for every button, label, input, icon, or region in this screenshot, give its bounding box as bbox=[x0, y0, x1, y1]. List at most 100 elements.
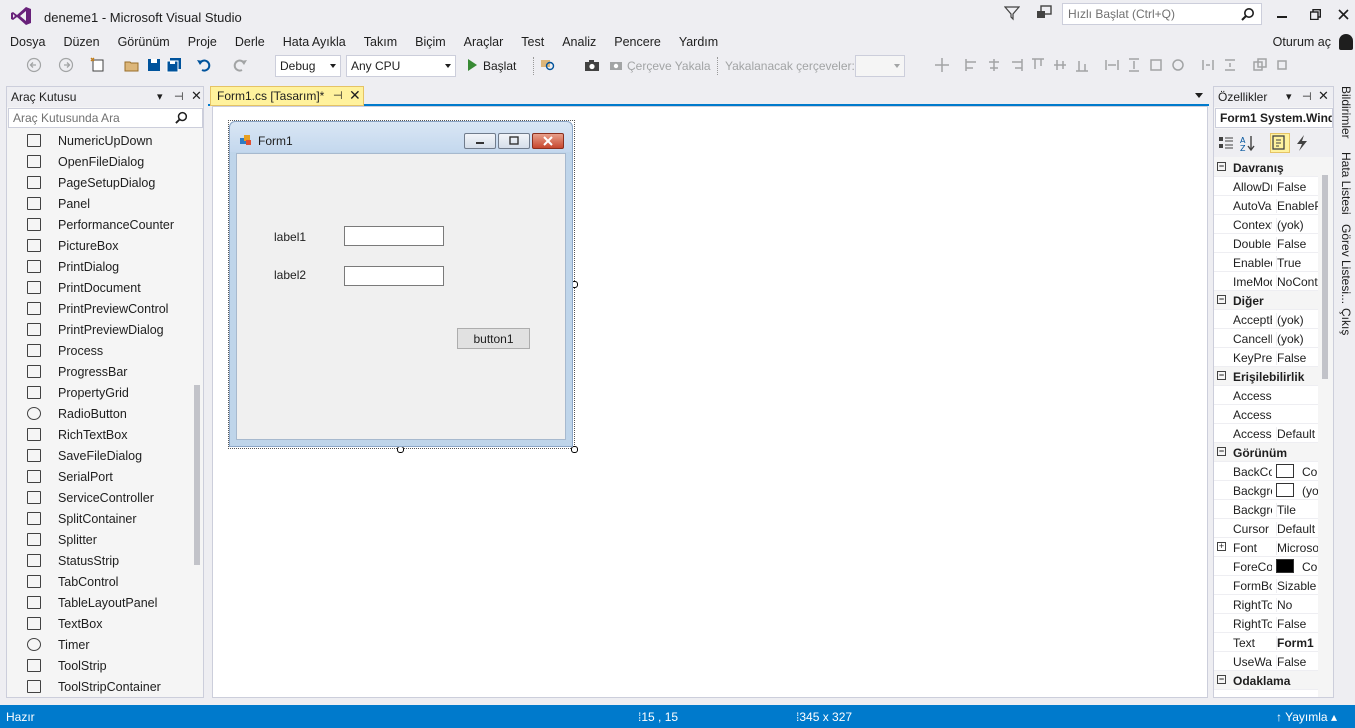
toolbox-item-toolstrip[interactable]: ToolStrip bbox=[7, 655, 191, 676]
toolbox-item-openfiledialog[interactable]: OpenFileDialog bbox=[7, 151, 191, 172]
property-row[interactable]: KeyPreview False bbox=[1214, 348, 1318, 367]
toolbox-item-radiobutton[interactable]: RadioButton bbox=[7, 403, 191, 424]
restore-button[interactable] bbox=[1305, 5, 1325, 23]
property-row[interactable]: AcceptButton (yok) bbox=[1214, 310, 1318, 329]
properties-button[interactable] bbox=[1270, 133, 1290, 153]
form-close-button[interactable] bbox=[532, 133, 564, 149]
align-left-icon[interactable] bbox=[964, 57, 980, 73]
property-row[interactable]: Text Form1 bbox=[1214, 633, 1318, 652]
toolbox-item-timer[interactable]: Timer bbox=[7, 634, 191, 655]
property-value[interactable]: (yok) bbox=[1302, 484, 1318, 498]
property-value[interactable]: EnablePreventFocusChange bbox=[1276, 199, 1318, 213]
align-top-icon[interactable] bbox=[1030, 57, 1046, 73]
open-file-icon[interactable] bbox=[124, 57, 140, 73]
tab-task-list[interactable]: Görev Listesi... bbox=[1339, 224, 1353, 304]
close-icon[interactable]: ✕ bbox=[191, 88, 202, 104]
toolbox-item-tabcontrol[interactable]: TabControl bbox=[7, 571, 191, 592]
property-row[interactable]: RightToLeft No bbox=[1214, 595, 1318, 614]
collapse-icon[interactable]: − bbox=[1217, 371, 1226, 380]
property-value[interactable]: ControlText bbox=[1302, 560, 1318, 574]
collapse-icon[interactable]: − bbox=[1217, 447, 1226, 456]
menu-yardim[interactable]: Yardım bbox=[671, 35, 726, 49]
toolbox-item-statusstrip[interactable]: StatusStrip bbox=[7, 550, 191, 571]
toolbox-item-propertygrid[interactable]: PropertyGrid bbox=[7, 382, 191, 403]
property-row[interactable]: AccessibleDescription bbox=[1214, 386, 1318, 405]
toolbox-item-pagesetupdialog[interactable]: PageSetupDialog bbox=[7, 172, 191, 193]
align-right-icon[interactable] bbox=[1008, 57, 1024, 73]
align-center-icon[interactable] bbox=[986, 57, 1002, 73]
vertical-spacing-icon[interactable] bbox=[1222, 57, 1238, 73]
toolbox-item-numericupdown[interactable]: NumericUpDown bbox=[7, 130, 191, 151]
menu-duzen[interactable]: Düzen bbox=[55, 35, 107, 49]
menu-test[interactable]: Test bbox=[513, 35, 552, 49]
align-bottom-icon[interactable] bbox=[1074, 57, 1090, 73]
property-row[interactable]: ImeMode NoControl bbox=[1214, 272, 1318, 291]
category-diger[interactable]: − Diğer bbox=[1214, 291, 1318, 310]
toolbox-item-richtextbox[interactable]: RichTextBox bbox=[7, 424, 191, 445]
filter-icon[interactable] bbox=[1004, 5, 1020, 21]
toolbox-scrollbar-thumb[interactable] bbox=[194, 385, 200, 565]
properties-object-select[interactable]: Form1 System.Windows.Forms.Form bbox=[1215, 108, 1333, 128]
platform-select[interactable]: Any CPU bbox=[346, 55, 456, 77]
feedback-icon[interactable] bbox=[1036, 5, 1054, 21]
menu-araclar[interactable]: Araçlar bbox=[456, 35, 512, 49]
tab-notifications[interactable]: Bildirimler bbox=[1339, 86, 1353, 139]
property-row[interactable]: BackColor Control bbox=[1214, 462, 1318, 481]
property-row[interactable]: AutoValidate EnablePreventFocusChange bbox=[1214, 196, 1318, 215]
pin-icon[interactable]: ⊣ bbox=[1302, 90, 1312, 103]
tab-error-list[interactable]: Hata Listesi bbox=[1339, 152, 1353, 215]
pin-icon[interactable]: ⊣ bbox=[333, 89, 343, 102]
close-icon[interactable]: ✕ bbox=[1318, 88, 1329, 104]
property-value[interactable]: No bbox=[1276, 598, 1318, 612]
toolbox-item-printpreviewcontrol[interactable]: PrintPreviewControl bbox=[7, 298, 191, 319]
close-tab-icon[interactable]: ✕ bbox=[349, 87, 361, 104]
find-icon[interactable] bbox=[540, 57, 556, 73]
menu-takim[interactable]: Takım bbox=[356, 35, 405, 49]
toolbox-item-printdocument[interactable]: PrintDocument bbox=[7, 277, 191, 298]
navigate-back-icon[interactable] bbox=[26, 57, 42, 73]
panel-menu-icon[interactable]: ▾ bbox=[1286, 90, 1292, 103]
form1-window[interactable]: Form1 label1 label2 button1 bbox=[229, 121, 573, 447]
property-value[interactable]: Tile bbox=[1276, 503, 1318, 517]
toolbox-item-savefiledialog[interactable]: SaveFileDialog bbox=[7, 445, 191, 466]
menu-pencere[interactable]: Pencere bbox=[606, 35, 669, 49]
menu-proje[interactable]: Proje bbox=[180, 35, 225, 49]
property-row[interactable]: FormBorderStyle Sizable bbox=[1214, 576, 1318, 595]
toolbox-item-textbox[interactable]: TextBox bbox=[7, 613, 191, 634]
start-debug-icon[interactable] bbox=[464, 57, 480, 73]
toolbox-item-toolstripcontainer[interactable]: ToolStripContainer bbox=[7, 676, 191, 697]
toolbox-item-process[interactable]: Process bbox=[7, 340, 191, 361]
property-value[interactable]: Form1 bbox=[1276, 636, 1318, 650]
menu-dosya[interactable]: Dosya bbox=[2, 35, 53, 49]
textbox1[interactable] bbox=[344, 226, 444, 246]
category-gorunum[interactable]: − Görünüm bbox=[1214, 443, 1318, 462]
tab-form1-design[interactable]: Form1.cs [Tasarım]* ⊣ ✕ bbox=[210, 86, 364, 106]
tab-output[interactable]: Çıkış bbox=[1339, 308, 1353, 335]
frames-to-capture-select[interactable] bbox=[855, 55, 905, 77]
collapse-icon[interactable]: − bbox=[1217, 675, 1226, 684]
categorized-button[interactable] bbox=[1216, 133, 1236, 153]
chevron-down-icon[interactable] bbox=[1195, 93, 1203, 98]
configuration-select[interactable]: Debug bbox=[275, 55, 341, 77]
property-value[interactable]: Control bbox=[1302, 465, 1318, 479]
form-minimize-button[interactable] bbox=[464, 133, 496, 149]
properties-scrollbar-thumb[interactable] bbox=[1322, 175, 1328, 379]
property-value[interactable]: False bbox=[1276, 180, 1318, 194]
toolbox-item-printdialog[interactable]: PrintDialog bbox=[7, 256, 191, 277]
property-value[interactable]: (yok) bbox=[1276, 218, 1318, 232]
property-row[interactable]: RightToLeftLayout False bbox=[1214, 614, 1318, 633]
property-value[interactable]: False bbox=[1276, 351, 1318, 365]
property-value[interactable]: Sizable bbox=[1276, 579, 1318, 593]
start-button[interactable]: Başlat bbox=[483, 59, 516, 73]
toolbox-item-panel[interactable]: Panel bbox=[7, 193, 191, 214]
undo-icon[interactable] bbox=[196, 57, 212, 73]
property-value[interactable]: Default bbox=[1276, 522, 1318, 536]
property-value[interactable]: False bbox=[1276, 237, 1318, 251]
toolbox-item-serialport[interactable]: SerialPort bbox=[7, 466, 191, 487]
publish-button[interactable]: ↑ Yayımla ▴ bbox=[1276, 710, 1337, 724]
make-same-width-icon[interactable] bbox=[1104, 57, 1120, 73]
property-row[interactable]: AccessibleName bbox=[1214, 405, 1318, 424]
quick-launch-input[interactable]: Hızlı Başlat (Ctrl+Q) bbox=[1062, 3, 1262, 25]
property-value[interactable]: True bbox=[1276, 256, 1318, 270]
toolbox-item-performancecounter[interactable]: PerformanceCounter bbox=[7, 214, 191, 235]
